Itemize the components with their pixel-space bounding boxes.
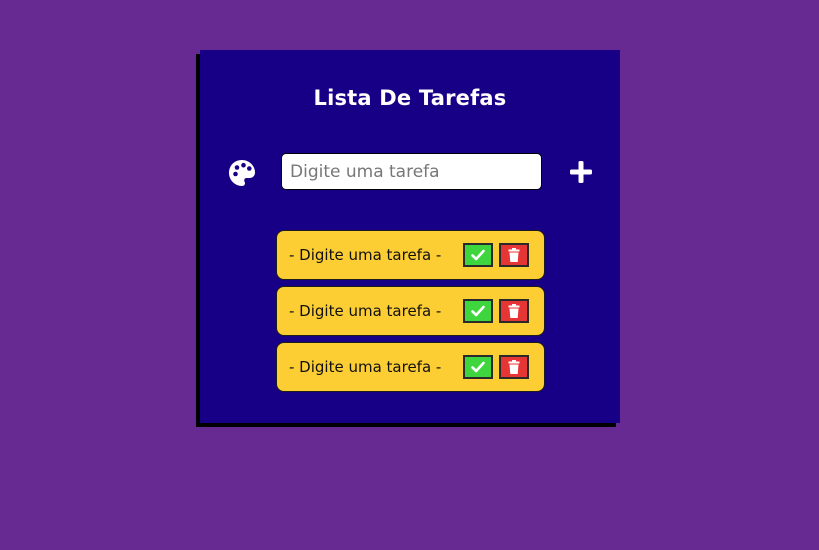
- task-label: - Digite uma tarefa -: [289, 302, 442, 320]
- task-input[interactable]: [281, 153, 542, 190]
- check-icon: [471, 249, 485, 261]
- complete-button[interactable]: [463, 299, 493, 323]
- task-item: - Digite uma tarefa -: [276, 342, 545, 392]
- task-list: - Digite uma tarefa - - Digite uma taref…: [276, 230, 545, 398]
- delete-button[interactable]: [499, 243, 529, 267]
- plus-icon[interactable]: [569, 160, 593, 184]
- complete-button[interactable]: [463, 243, 493, 267]
- todo-card: Lista De Tarefas - Digite uma tarefa -: [200, 50, 620, 423]
- task-label: - Digite uma tarefa -: [289, 358, 442, 376]
- task-item: - Digite uma tarefa -: [276, 230, 545, 280]
- check-icon: [471, 305, 485, 317]
- task-item: - Digite uma tarefa -: [276, 286, 545, 336]
- delete-button[interactable]: [499, 355, 529, 379]
- task-label: - Digite uma tarefa -: [289, 246, 442, 264]
- complete-button[interactable]: [463, 355, 493, 379]
- page-title: Lista De Tarefas: [313, 86, 507, 110]
- delete-button[interactable]: [499, 299, 529, 323]
- trash-icon: [508, 304, 520, 318]
- trash-icon: [508, 248, 520, 262]
- check-icon: [471, 361, 485, 373]
- trash-icon: [508, 360, 520, 374]
- palette-icon[interactable]: [227, 158, 257, 188]
